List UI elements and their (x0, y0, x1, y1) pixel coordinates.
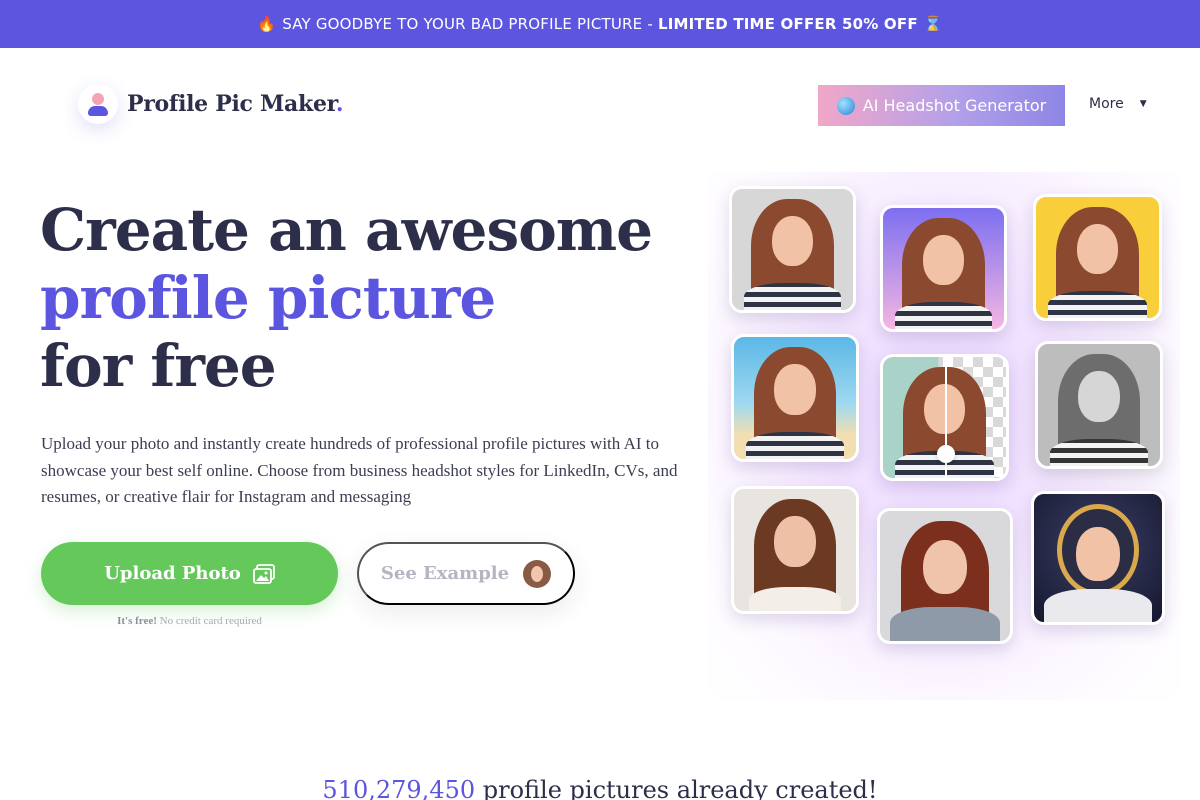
compare-handle-knob-icon (936, 445, 955, 463)
image-icon (252, 563, 275, 584)
promo-offer: LIMITED TIME OFFER 50% OFF (657, 15, 918, 33)
example-photo-remove-bg (880, 354, 1009, 481)
free-note: It's free! No credit card required (41, 615, 338, 627)
example-avatar (523, 559, 552, 588)
caret-down-icon: ▼ (1139, 99, 1147, 109)
upload-photo-button[interactable]: Upload Photo (41, 542, 338, 605)
hourglass-icon: ⌛ (923, 15, 943, 33)
logo-text: Profile Pic Maker. (127, 91, 344, 117)
stats-line: 510,279,450 profile pictures already cre… (0, 776, 1200, 800)
example-photo-portrait (731, 486, 859, 614)
example-photo-business (877, 508, 1013, 644)
more-label: More (1089, 96, 1124, 112)
headline-line-1: Create an awesome (40, 196, 653, 264)
site-logo[interactable]: Profile Pic Maker. (78, 84, 344, 124)
ai-headshot-label: AI Headshot Generator (862, 96, 1047, 115)
more-menu[interactable]: More ▼ (1089, 96, 1147, 112)
ai-headshot-generator-button[interactable]: AI Headshot Generator (818, 85, 1065, 126)
profile-count: 510,279,450 (322, 776, 476, 800)
example-photo-purple-bg (880, 205, 1007, 332)
logo-avatar-icon (78, 84, 118, 124)
free-note-text: No credit card required (159, 615, 262, 627)
example-photo-original (729, 186, 856, 313)
promo-text: SAY GOODBYE TO YOUR BAD PROFILE PICTURE … (282, 15, 653, 33)
example-photo-yellow-bg (1033, 194, 1162, 321)
headline-line-3: for free (40, 332, 277, 400)
free-note-strong: It's free! (117, 615, 157, 627)
promo-banner[interactable]: 🔥 SAY GOODBYE TO YOUR BAD PROFILE PICTUR… (0, 0, 1200, 48)
upload-photo-label: Upload Photo (104, 563, 241, 584)
see-example-button[interactable]: See Example (357, 542, 575, 605)
hero-description: Upload your photo and instantly create h… (41, 434, 678, 506)
example-photo-beach-bg (731, 334, 859, 462)
example-photo-astronaut (1031, 491, 1165, 625)
see-example-label: See Example (380, 563, 510, 584)
stats-text: profile pictures already created! (482, 776, 878, 800)
hero-headline: Create an awesome profile picture for fr… (40, 196, 653, 400)
headline-accent: profile picture (40, 264, 496, 332)
globe-icon (836, 96, 855, 115)
example-photo-grayscale (1035, 341, 1163, 469)
fire-icon: 🔥 (257, 15, 277, 33)
